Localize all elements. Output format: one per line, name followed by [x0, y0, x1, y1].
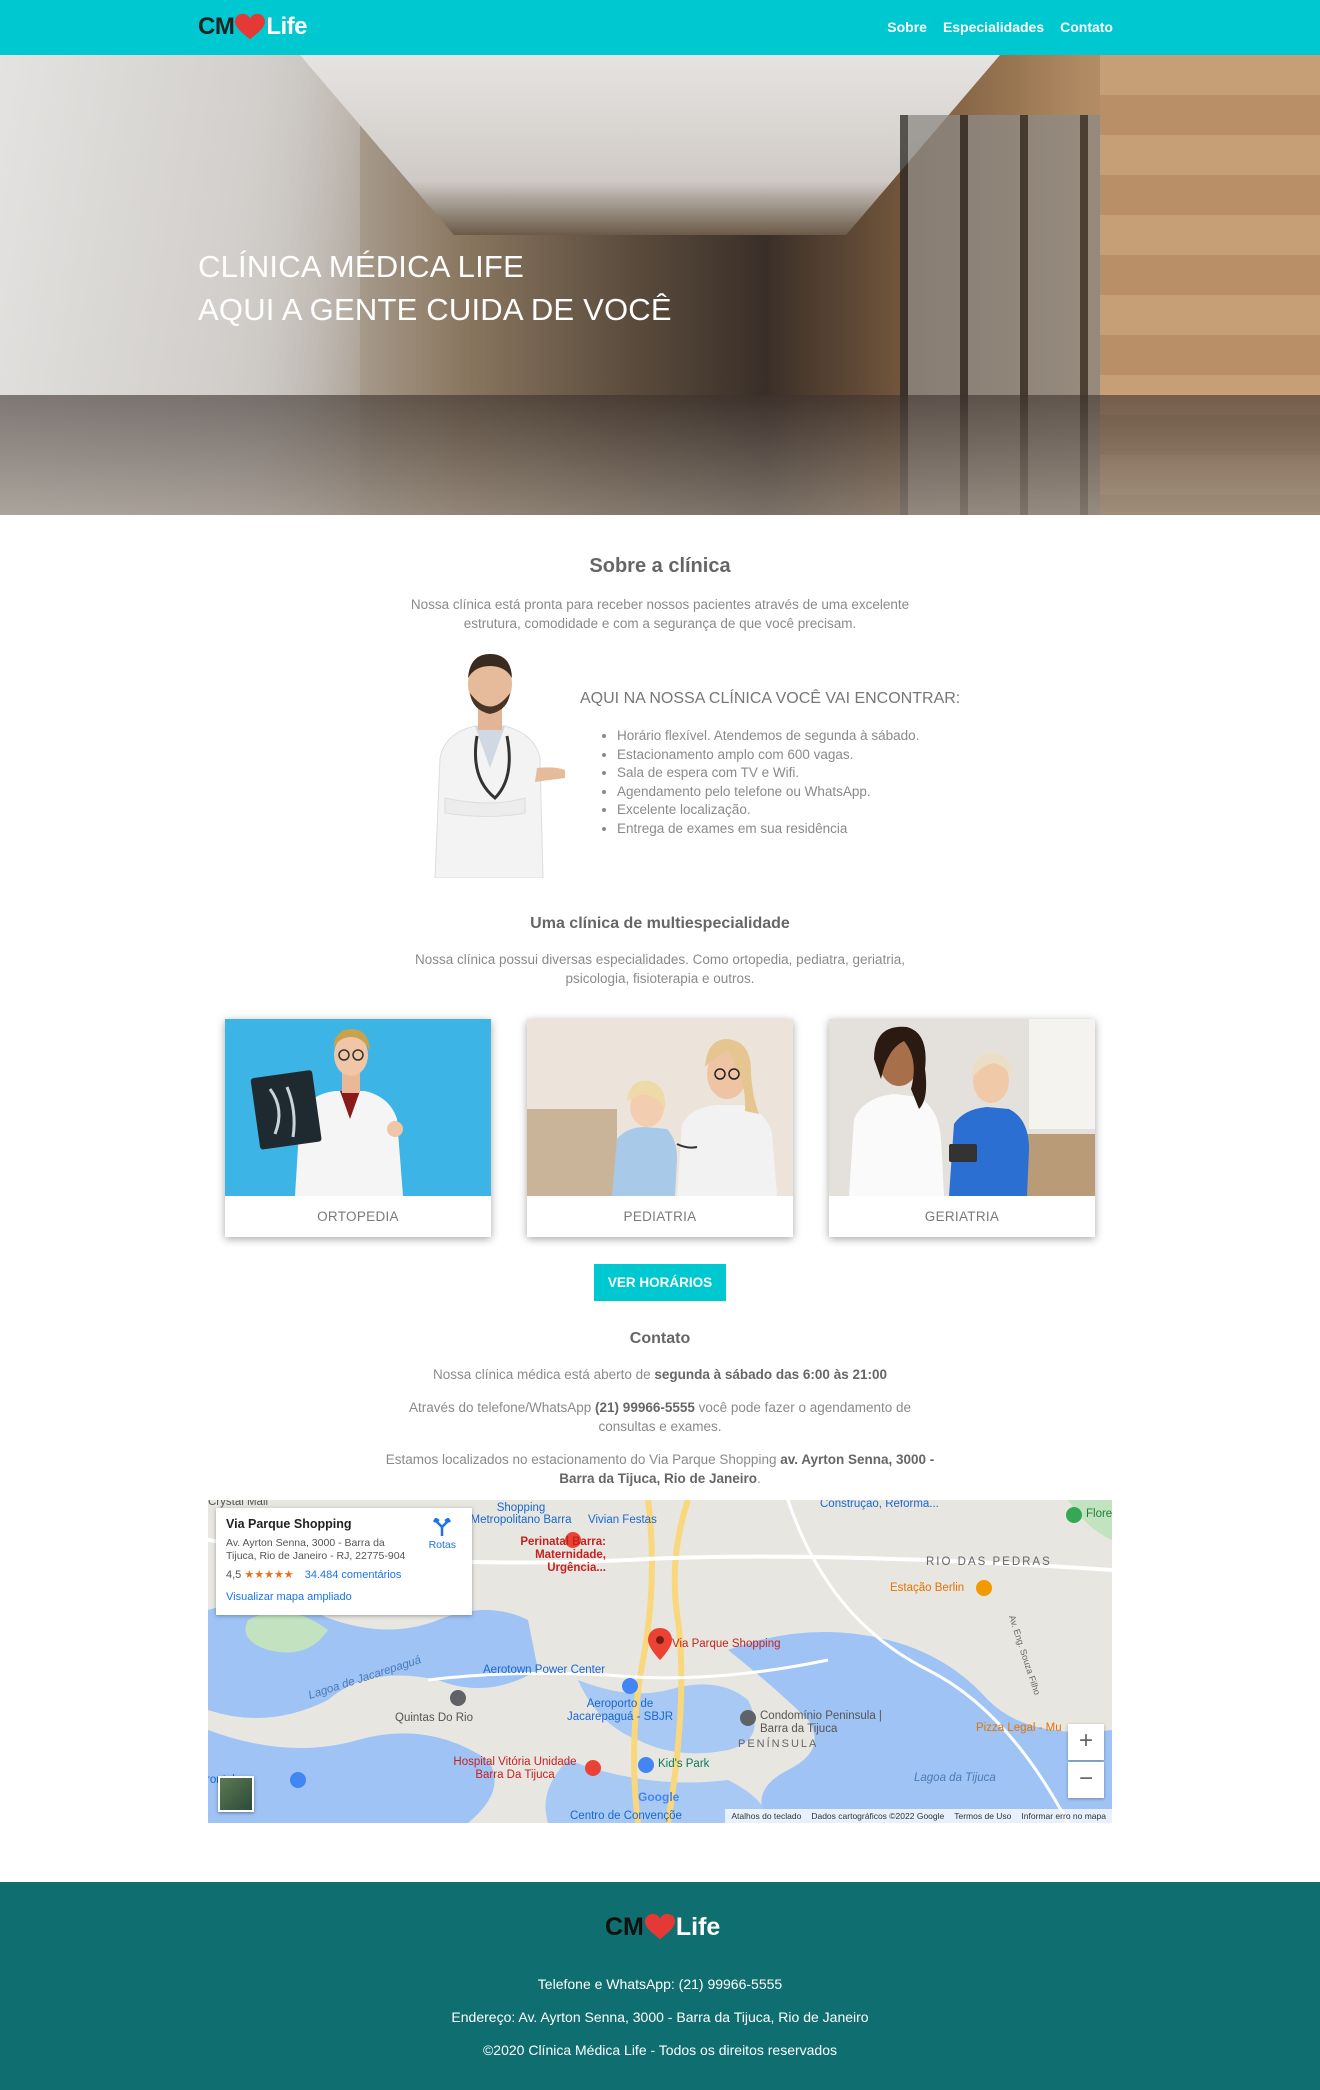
feature-item: Excelente localização. [617, 801, 919, 820]
map-label-pin[interactable]: Via Parque Shopping [672, 1638, 781, 1650]
keyboard-shortcuts-link[interactable]: Atalhos do teclado [731, 1811, 801, 1821]
contact-hours: Nossa clínica médica está aberto de segu… [360, 1365, 960, 1384]
heart-icon [644, 1913, 675, 1940]
map-label-kids-park[interactable]: Kid's Park [658, 1758, 709, 1770]
footer-phone: Telefone e WhatsApp: (21) 99966-5555 [537, 1976, 783, 1992]
hero-floor [0, 395, 1320, 515]
pediatria-photo [527, 1019, 793, 1196]
rating-stars-icon: ★★★★★ [244, 1569, 294, 1581]
map-label-aeroporto[interactable]: Aeroporto de Jacarepaguá - SBJR [560, 1698, 680, 1724]
nav-link-especialidades[interactable]: Especialidades [943, 19, 1044, 35]
larger-map-link[interactable]: Visualizar mapa ampliado [226, 1591, 462, 1603]
pediatria-image [527, 1019, 793, 1196]
ortopedia-image [225, 1019, 491, 1196]
location-prefix: Estamos localizados no estacionamento do… [385, 1452, 781, 1467]
top-navbar: CM Life Sobre Especialidades Contato [0, 0, 1320, 55]
map-label-condominio[interactable]: Condomínio Peninsula | Barra da Tijuca [760, 1710, 910, 1736]
about-title: Sobre a clínica [589, 555, 731, 577]
brand-logo[interactable]: CM Life [198, 13, 307, 41]
map-label-lagoa-tijuca: Lagoa da Tijuca [914, 1772, 996, 1784]
hero-ceiling [300, 55, 1000, 235]
report-error-link[interactable]: Informar erro no mapa [1021, 1811, 1106, 1821]
terms-link[interactable]: Termos de Uso [954, 1811, 1011, 1821]
map-place-card: Via Parque Shopping Av. Ayrton Senna, 30… [216, 1508, 472, 1615]
phone-bold: (21) 99966-5555 [595, 1400, 695, 1415]
routes-button[interactable]: Rotas [428, 1517, 456, 1551]
hero-title: CLÍNICA MÉDICA LIFE AQUI A GENTE CUIDA D… [198, 245, 672, 331]
card-label: PEDIATRIA [623, 1209, 697, 1224]
footer-logo-cm-text: CM [605, 1912, 644, 1941]
map-label-peninsula: PENÍNSULA [738, 1738, 819, 1750]
logo-life-text: Life [266, 13, 307, 40]
directions-icon [433, 1517, 452, 1536]
map-label-shopping[interactable]: Shopping Metropolitano Barra [466, 1502, 576, 1526]
footer-logo-life-text: Life [675, 1912, 721, 1941]
map-label-estacao-berlin[interactable]: Estação Berlin [890, 1582, 964, 1594]
specialty-card-ortopedia[interactable]: ORTOPEDIA [225, 1019, 491, 1237]
view-schedule-button[interactable]: VER HORÁRIOS [594, 1264, 726, 1301]
footer-address: Endereço: Av. Ayrton Senna, 3000 - Barra… [451, 2009, 869, 2025]
location-suffix: . [757, 1471, 761, 1486]
map-label-quintas[interactable]: Quintas Do Rio [395, 1712, 473, 1724]
routes-label: Rotas [428, 1539, 456, 1551]
map-place-name: Via Parque Shopping [226, 1517, 352, 1531]
map-label-hospital[interactable]: Hospital Vitória Unidade Barra Da Tijuca [440, 1756, 590, 1782]
doctor-image [434, 654, 565, 878]
features-list: Horário flexível. Atendemos de segunda à… [617, 727, 919, 838]
feature-item: Agendamento pelo telefone ou WhatsApp. [617, 783, 919, 802]
map-label-aerotown[interactable]: Aerotown Power Center [483, 1664, 605, 1676]
site-footer: CM Life Telefone e WhatsApp: (21) 99966-… [0, 1882, 1320, 2090]
map-label-centro[interactable]: Centro de Convençõe [570, 1810, 682, 1822]
phone-prefix: Através do telefone/WhatsApp [408, 1400, 596, 1415]
logo-cm-text: CM [198, 13, 235, 40]
features-title: AQUI NA NOSSA CLÍNICA VOCÊ VAI ENCONTRAR… [580, 690, 961, 707]
card-label: GERIATRIA [924, 1209, 1000, 1224]
card-label: ORTOPEDIA [317, 1209, 399, 1224]
heart-icon [235, 13, 266, 40]
hero-title-line2: AQUI A GENTE CUIDA DE VOCÊ [198, 292, 672, 327]
map-place-address: Av. Ayrton Senna, 3000 - Barra da Tijuca… [226, 1537, 406, 1562]
map-attribution: Atalhos do teclado Dados cartográficos ©… [725, 1809, 1112, 1823]
specialties-title: Uma clínica de multiespecialidade [530, 915, 790, 932]
nav-link-sobre[interactable]: Sobre [887, 19, 927, 35]
hours-prefix: Nossa clínica médica está aberto de [433, 1367, 655, 1382]
nav-link-contato[interactable]: Contato [1060, 19, 1113, 35]
ortopedia-photo [225, 1019, 491, 1196]
rating-value: 4,5 [226, 1569, 242, 1581]
hero-title-line1: CLÍNICA MÉDICA LIFE [198, 249, 524, 284]
footer-copyright: ©2020 Clínica Médica Life - Todos os dir… [482, 2042, 837, 2058]
google-map[interactable]: Via Parque Shopping Aerotown Power Cente… [208, 1500, 1112, 1823]
nav-menu: Sobre Especialidades Contato [887, 19, 1113, 35]
map-label-vivian[interactable]: Vivian Festas [588, 1514, 657, 1526]
map-label-pizza[interactable]: Pizza Legal - Mu [976, 1722, 1062, 1734]
hero-banner: CLÍNICA MÉDICA LIFE AQUI A GENTE CUIDA D… [0, 55, 1320, 515]
map-label-flore[interactable]: Flore [1086, 1508, 1112, 1520]
google-logo: Google [638, 1790, 680, 1804]
map-place-rating: 4,5 ★★★★★ 34.484 comentários [226, 1568, 462, 1581]
feature-item: Sala de espera com TV e Wifi. [617, 764, 919, 783]
zoom-in-button[interactable]: + [1068, 1724, 1104, 1760]
footer-logo[interactable]: CM Life [605, 1912, 720, 1942]
reviews-link[interactable]: 34.484 comentários [305, 1569, 402, 1581]
feature-item: Horário flexível. Atendemos de segunda à… [617, 727, 919, 746]
feature-item: Entrega de exames em sua residência [617, 820, 919, 839]
specialties-text: Nossa clínica possui diversas especialid… [414, 952, 905, 986]
geriatria-photo [829, 1019, 1095, 1196]
map-label-rio-das-pedras: RIO DAS PEDRAS [926, 1556, 1052, 1568]
map-label-perinatal[interactable]: Perinatal Barra: Maternidade, Urgência..… [476, 1536, 606, 1575]
specialty-card-geriatria[interactable]: GERIATRIA [829, 1019, 1095, 1237]
map-data-credit: Dados cartográficos ©2022 Google [811, 1811, 945, 1821]
about-text: Nossa clínica está pronta para receber n… [410, 597, 910, 631]
contact-location: Estamos localizados no estacionamento do… [380, 1450, 940, 1488]
hours-bold: segunda à sábado das 6:00 às 21:00 [654, 1367, 887, 1382]
feature-item: Estacionamento amplo com 600 vagas. [617, 746, 919, 765]
satellite-view-toggle[interactable] [218, 1776, 254, 1812]
map-label-crystal[interactable]: Crystal Mall [208, 1500, 268, 1508]
geriatria-image [829, 1019, 1095, 1196]
contact-title: Contato [629, 1330, 691, 1347]
contact-phone: Através do telefone/WhatsApp (21) 99966-… [395, 1398, 925, 1436]
map-label-construcao[interactable]: Construção, Reforma... [820, 1500, 939, 1510]
zoom-out-button[interactable]: − [1068, 1762, 1104, 1798]
specialty-card-pediatria[interactable]: PEDIATRIA [527, 1019, 793, 1237]
